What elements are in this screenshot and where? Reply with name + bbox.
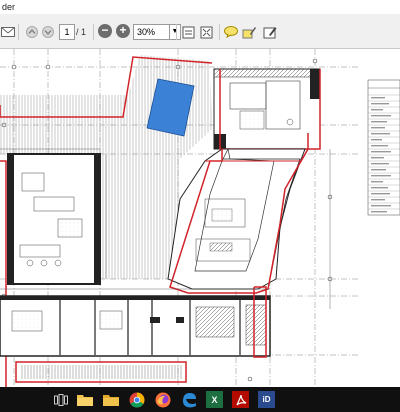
firefox-icon[interactable] (154, 391, 171, 408)
id-app-label: iD (262, 395, 271, 404)
prev-page-icon[interactable] (24, 24, 40, 40)
id-app-icon[interactable]: iD (258, 391, 275, 408)
zoom-in-icon[interactable]: + (116, 24, 130, 38)
pdf-document-view[interactable] (0, 49, 400, 387)
pdf-toolbar: 1 / 1 − + 30% ▼ (0, 14, 400, 49)
toolbar-separator (219, 24, 220, 40)
highlight-icon[interactable] (241, 24, 257, 40)
mail-icon[interactable] (0, 24, 16, 40)
comment-icon[interactable] (223, 24, 239, 40)
excel-label: X (211, 394, 218, 405)
page-total: / 1 (76, 27, 87, 37)
chrome-icon[interactable] (128, 391, 145, 408)
acrobat-icon[interactable] (232, 391, 249, 408)
page-number-input[interactable]: 1 (59, 24, 75, 40)
next-page-icon[interactable] (40, 24, 56, 40)
excel-icon[interactable]: X (206, 391, 223, 408)
windows-taskbar: X iD (0, 387, 400, 412)
toolbar-separator (93, 24, 94, 40)
fit-width-icon[interactable] (198, 24, 214, 40)
toolbar-separator (176, 24, 177, 40)
toolbar-separator (18, 24, 19, 40)
file-explorer-active-icon[interactable] (102, 391, 119, 408)
task-view-icon[interactable] (52, 391, 69, 408)
window-title: der (2, 2, 16, 12)
sign-icon[interactable] (262, 24, 278, 40)
zoom-out-icon[interactable]: − (98, 24, 112, 38)
legend-table (367, 79, 400, 216)
file-explorer-icon[interactable] (76, 391, 93, 408)
zoom-input[interactable]: 30% (133, 24, 172, 40)
fit-page-icon[interactable] (180, 24, 196, 40)
floor-plan-drawing (0, 49, 400, 387)
window-title-bar: der (0, 0, 400, 14)
edge-icon[interactable] (180, 391, 197, 408)
